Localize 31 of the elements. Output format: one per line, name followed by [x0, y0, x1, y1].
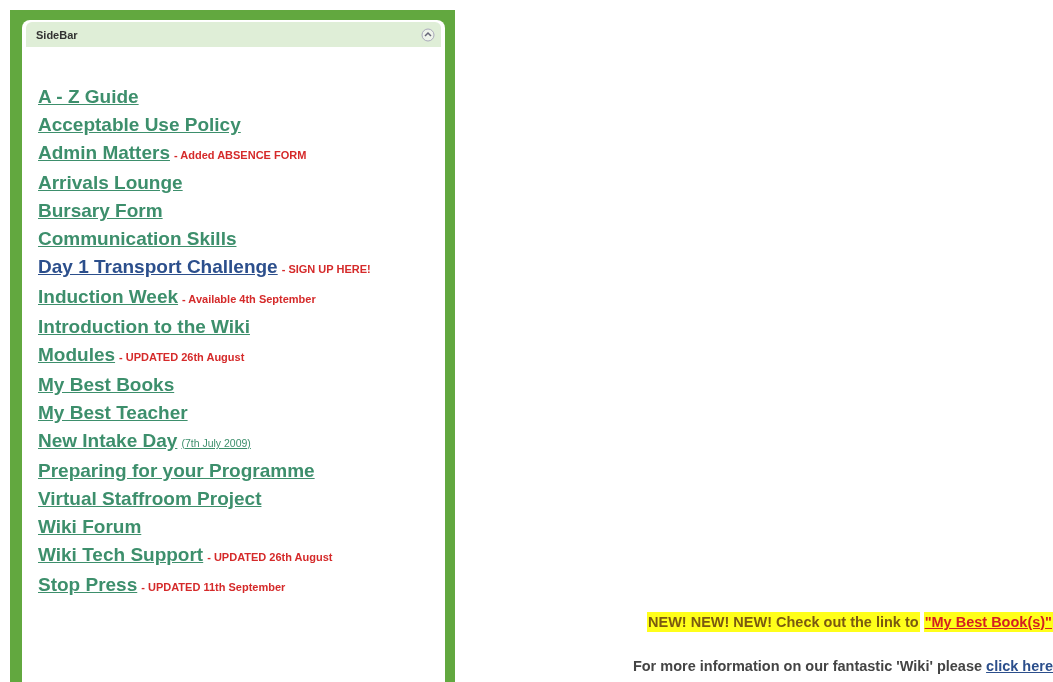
sidebar-link[interactable]: Bursary Form: [38, 200, 163, 221]
sidebar-link[interactable]: Introduction to the Wiki: [38, 316, 250, 337]
notice-link[interactable]: "My Best Book(s)": [923, 612, 1053, 632]
date-link[interactable]: (7th July 2009): [181, 437, 251, 449]
update-note: - Added ABSENCE FORM: [173, 149, 307, 161]
sidebar-link[interactable]: Wiki Tech Support: [38, 544, 204, 565]
sidebar-link[interactable]: Modules: [38, 344, 116, 365]
collapse-icon[interactable]: [421, 27, 435, 42]
update-note: - UPDATED 11th September: [141, 581, 286, 593]
sidebar-title: SideBar: [36, 28, 78, 41]
sidebar-link[interactable]: Induction Week: [38, 286, 179, 307]
update-note: - SIGN UP HERE!: [281, 263, 371, 275]
sidebar-link[interactable]: Day 1 Transport Challenge: [38, 256, 278, 277]
sidebar-link[interactable]: A - Z Guide: [38, 86, 139, 107]
update-note: - UPDATED 26th August: [119, 351, 245, 363]
sidebar-link[interactable]: Virtual Staffroom Project: [38, 488, 262, 509]
info-link[interactable]: click here: [986, 658, 1053, 674]
sidebar-link[interactable]: Communication Skills: [38, 228, 237, 249]
sidebar-link[interactable]: My Best Books: [38, 374, 175, 395]
update-note: - UPDATED 26th August: [207, 551, 333, 563]
sidebar-link[interactable]: Wiki Forum: [38, 516, 142, 537]
sidebar-link[interactable]: New Intake Day: [38, 430, 178, 451]
update-note: - Available 4th September: [182, 293, 316, 305]
sidebar-link[interactable]: Stop Press: [38, 574, 138, 595]
sidebar-link[interactable]: Admin Matters: [38, 142, 170, 163]
info-text: For more information on our fantastic 'Wiki' please: [632, 658, 983, 674]
sidebar-link[interactable]: Preparing for your Programme: [38, 460, 315, 481]
notice-text: NEW! NEW! NEW! Check out the link to: [647, 612, 920, 632]
sidebar-link[interactable]: My Best Teacher: [38, 402, 188, 423]
sidebar-link[interactable]: Arrivals Lounge: [38, 172, 183, 193]
sidebar-link[interactable]: Acceptable Use Policy: [38, 114, 241, 135]
